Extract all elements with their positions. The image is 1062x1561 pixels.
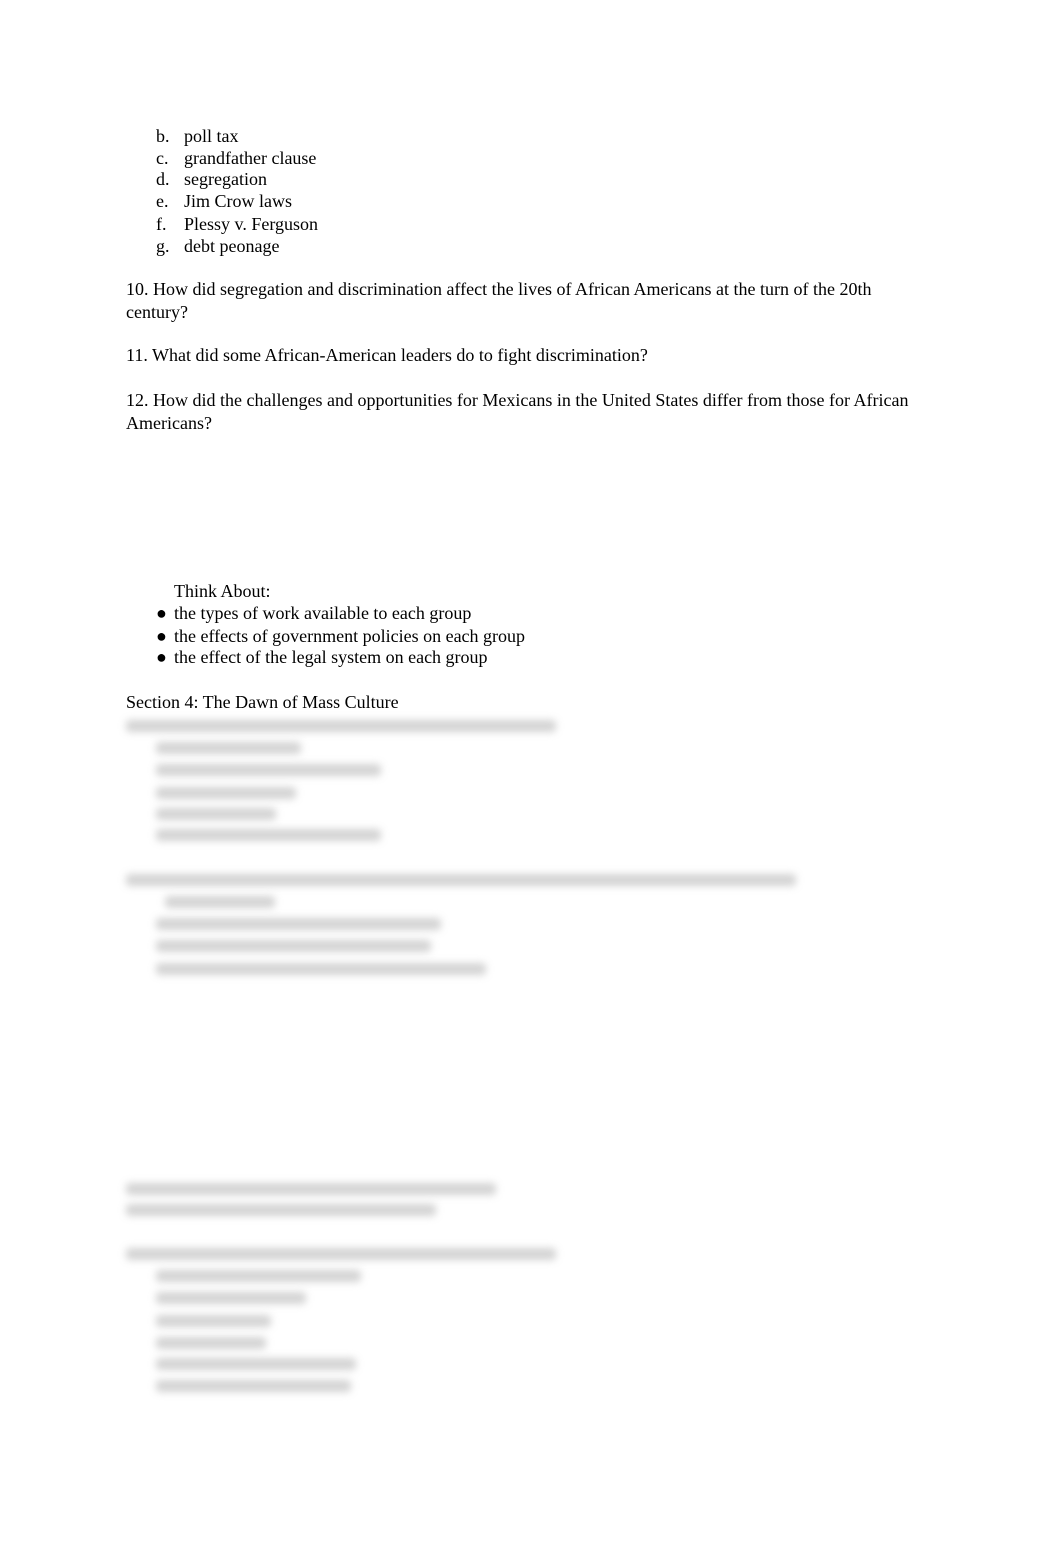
list-item: f. Plessy v. Ferguson: [156, 214, 319, 234]
list-item: g. debt peonage: [156, 236, 280, 256]
blurred-line: [156, 918, 441, 930]
blurred-line: [156, 808, 276, 820]
list-item: d. segregation: [156, 169, 267, 189]
list-item: c. grandfather clause: [156, 148, 317, 168]
blurred-line: [156, 742, 301, 754]
question-10: 10. How did segregation and discriminati…: [126, 279, 872, 322]
bullet-item: ● the types of work available to each gro…: [156, 603, 472, 623]
blurred-line: [126, 874, 796, 886]
blurred-line: [156, 787, 296, 799]
section-heading: Section 4: The Dawn of Mass Culture: [126, 692, 399, 712]
bullet-icon: ●: [156, 603, 167, 623]
blurred-line: [156, 1358, 356, 1370]
bullet-icon: ●: [156, 626, 167, 646]
blurred-line: [156, 1270, 361, 1282]
question-11: 11. What did some African-American leade…: [126, 345, 648, 365]
blurred-line: [156, 1292, 306, 1304]
blurred-line: [156, 764, 381, 776]
blurred-line: [165, 896, 275, 908]
blurred-line: [156, 1380, 351, 1392]
question-12: 12. How did the challenges and opportuni…: [126, 390, 909, 433]
bullet-item: ● the effects of government policies on e…: [156, 626, 526, 646]
list-item: b. poll tax: [156, 126, 239, 146]
blurred-line: [156, 940, 431, 952]
blurred-line: [156, 1315, 271, 1327]
bullet-icon: ●: [156, 647, 167, 667]
blurred-line: [126, 720, 556, 732]
think-about-label: Think About:: [174, 581, 271, 601]
blurred-line: [156, 1337, 266, 1349]
blurred-line: [156, 829, 381, 841]
blurred-line: [126, 1248, 556, 1260]
blurred-line: [126, 1183, 496, 1195]
blurred-line: [156, 963, 486, 975]
list-item: e. Jim Crow laws: [156, 191, 292, 211]
blurred-line: [126, 1204, 436, 1216]
bullet-item: ● the effect of the legal system on each …: [156, 647, 488, 667]
